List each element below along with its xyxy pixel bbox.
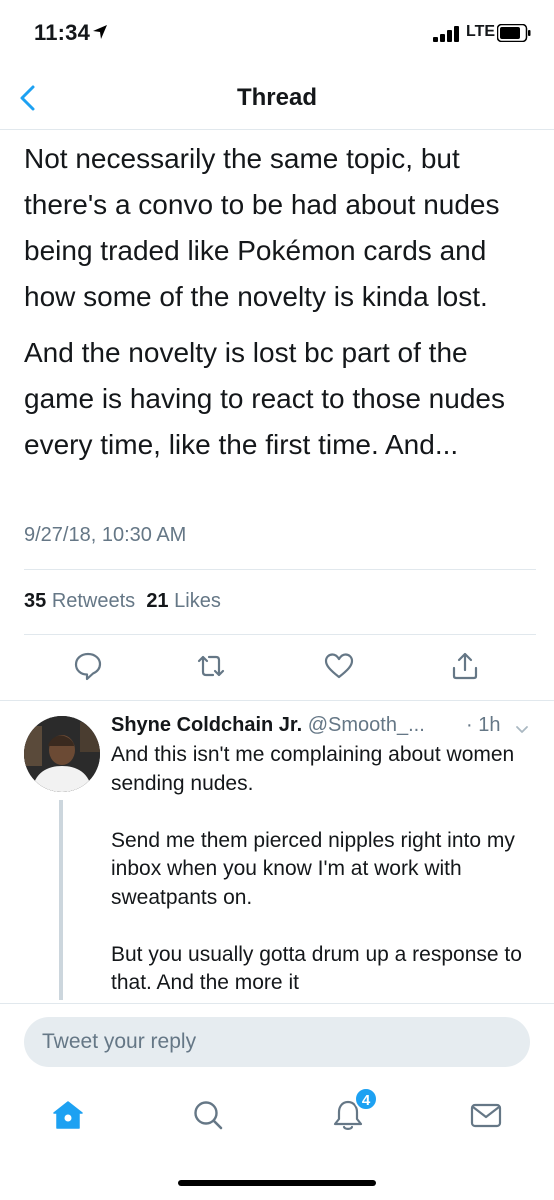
home-icon[interactable] xyxy=(50,1097,86,1133)
status-bar: 11:34 LTE xyxy=(0,0,554,66)
status-time: 11:34 xyxy=(34,20,91,45)
page-title: Thread xyxy=(236,84,317,111)
retweet-icon[interactable] xyxy=(195,650,227,682)
tweet-actions xyxy=(0,650,554,686)
retweet-count: 35 xyxy=(24,590,47,612)
divider xyxy=(0,700,554,701)
like-icon[interactable] xyxy=(323,650,355,682)
likes-count: 21 xyxy=(146,590,169,612)
reply-input[interactable]: Tweet your reply xyxy=(24,1017,530,1067)
nav-bar: Thread xyxy=(0,66,554,130)
reply-author-name[interactable]: Shyne Coldchain Jr. xyxy=(111,714,302,736)
reply-text: And this isn't me complaining about wome… xyxy=(111,741,531,1026)
reply-paragraph: And this isn't me complaining about wome… xyxy=(111,743,515,795)
reply-paragraph: Send me them pierced nipples right into … xyxy=(111,828,515,909)
search-icon[interactable] xyxy=(190,1097,226,1133)
signal-icon xyxy=(433,26,459,42)
network-label: LTE xyxy=(466,23,496,40)
chevron-down-icon[interactable] xyxy=(514,722,530,738)
thread-line xyxy=(59,800,63,1000)
reply-header: Shyne Coldchain Jr. @Smooth_... xyxy=(111,714,425,737)
divider xyxy=(24,569,536,570)
share-icon[interactable] xyxy=(449,650,481,682)
reply-paragraph: But you usually gotta drum up a response… xyxy=(111,942,522,995)
reply-composer: Tweet your reply xyxy=(0,1003,554,1081)
battery-icon xyxy=(497,24,531,42)
messages-icon[interactable] xyxy=(468,1097,504,1133)
retweet-count-link[interactable]: 35 Retweets xyxy=(24,590,135,612)
reply-time: · 1h xyxy=(466,714,501,736)
avatar-image xyxy=(24,716,100,792)
retweet-label: Retweets xyxy=(51,590,136,612)
reply-author-handle[interactable]: @Smooth_... xyxy=(308,714,425,736)
divider xyxy=(24,634,536,635)
tweet-text-paragraph: And the novelty is lost bc part of the g… xyxy=(24,337,505,460)
likes-label: Likes xyxy=(174,590,221,612)
home-indicator xyxy=(178,1180,376,1186)
tweet-stats: 35 Retweets 21 Likes xyxy=(24,590,221,613)
reply-icon[interactable] xyxy=(72,650,104,682)
tweet-timestamp: 9/27/18, 10:30 AM xyxy=(24,524,187,546)
avatar[interactable] xyxy=(24,716,100,792)
likes-count-link[interactable]: 21 Likes xyxy=(146,590,221,612)
tweet-text-paragraph: Not necessarily the same topic, but ther… xyxy=(24,143,500,312)
notification-badge: 4 xyxy=(354,1087,378,1111)
location-arrow-icon xyxy=(93,25,107,39)
